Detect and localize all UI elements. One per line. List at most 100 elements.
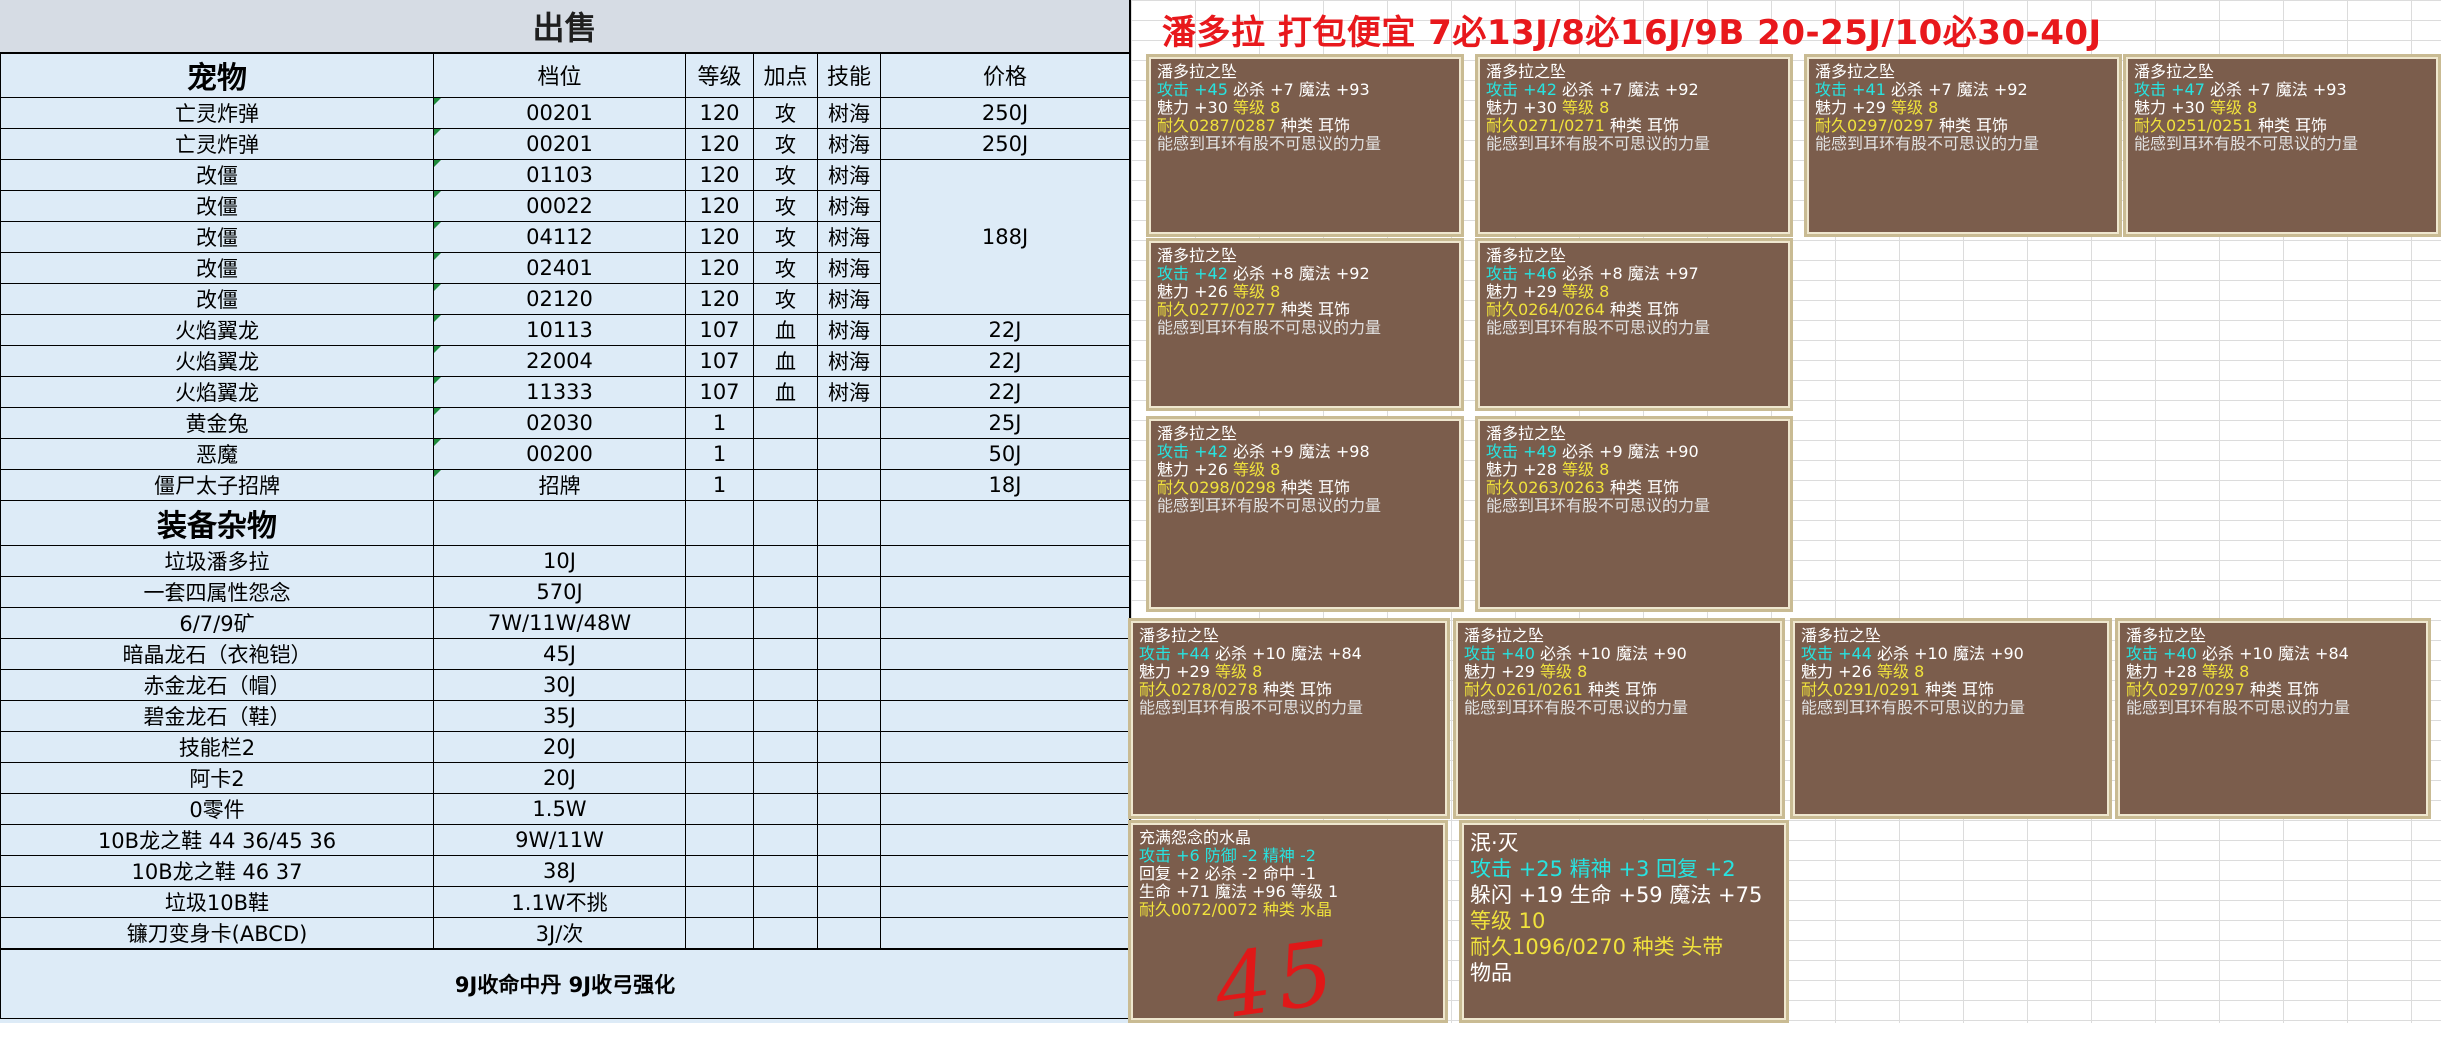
header-price[interactable]: 价格 [880,52,1130,98]
empty-cell[interactable] [880,669,1130,701]
item-price[interactable]: 45J [433,638,686,670]
pet-name[interactable]: 改僵 [0,221,434,253]
pet-name[interactable]: 亡灵炸弹 [0,97,434,129]
empty-cell[interactable] [880,607,1130,639]
item-name[interactable]: 10B龙之鞋 46 37 [0,855,434,887]
pet-skill[interactable]: 树海 [817,345,881,377]
empty-cell[interactable] [753,855,818,887]
item-name[interactable]: 赤金龙石（帽） [0,669,434,701]
pet-points[interactable]: 血 [753,345,818,377]
empty-cell[interactable] [753,576,818,608]
empty-cell[interactable] [753,731,818,763]
pet-name[interactable]: 改僵 [0,252,434,284]
empty-cell[interactable] [753,638,818,670]
pet-slot[interactable]: 22004 [433,345,686,377]
empty-cell[interactable] [817,500,881,546]
pandora-pendant-card[interactable]: 潘多拉之坠 攻击 +40 必杀 +10 魔法 +84 魅力 +28 等级 8 耐久02… [2115,618,2431,819]
pet-level[interactable]: 120 [685,128,754,160]
pet-skill[interactable]: 树海 [817,283,881,315]
empty-cell[interactable] [685,762,754,794]
item-name[interactable]: 技能栏2 [0,731,434,763]
pet-skill[interactable]: 树海 [817,97,881,129]
empty-cell[interactable] [685,917,754,950]
empty-cell[interactable] [817,638,881,670]
empty-cell[interactable] [753,793,818,825]
pet-points[interactable] [753,469,818,501]
pet-price[interactable]: 22J [880,376,1130,408]
empty-cell[interactable] [753,669,818,701]
pet-slot[interactable]: 00022 [433,190,686,222]
pet-price-merged[interactable]: 188J [880,159,1130,315]
pet-name[interactable]: 火焰翼龙 [0,345,434,377]
pet-skill[interactable]: 树海 [817,190,881,222]
pet-slot[interactable]: 10113 [433,314,686,346]
empty-cell[interactable] [817,824,881,856]
pet-name[interactable]: 恶魔 [0,438,434,470]
empty-cell[interactable] [880,824,1130,856]
pet-level[interactable]: 120 [685,159,754,191]
pet-slot[interactable]: 04112 [433,221,686,253]
pet-level[interactable]: 107 [685,345,754,377]
empty-cell[interactable] [685,731,754,763]
item-price[interactable]: 20J [433,731,686,763]
item-name[interactable]: 0零件 [0,793,434,825]
pet-slot[interactable]: 02030 [433,407,686,439]
empty-cell[interactable] [817,917,881,950]
pet-price[interactable]: 250J [880,128,1130,160]
item-price[interactable]: 35J [433,700,686,732]
pet-points[interactable]: 攻 [753,221,818,253]
pet-level[interactable]: 120 [685,190,754,222]
item-name[interactable]: 碧金龙石（鞋） [0,700,434,732]
item-name[interactable]: 垃圾10B鞋 [0,886,434,918]
pandora-pendant-card[interactable]: 潘多拉之坠 攻击 +41 必杀 +7 魔法 +92 魅力 +29 等级 8 耐久029… [1804,54,2122,237]
header-slot[interactable]: 档位 [433,52,686,98]
footer-note[interactable]: 9J收命中丹 9J收弓强化 [0,948,1130,1019]
pet-level[interactable]: 1 [685,438,754,470]
pandora-pendant-card[interactable]: 潘多拉之坠 攻击 +42 必杀 +9 魔法 +98 魅力 +26 等级 8 耐久029… [1146,416,1464,612]
pet-name[interactable]: 火焰翼龙 [0,314,434,346]
pet-price[interactable]: 250J [880,97,1130,129]
pandora-pendant-card[interactable]: 潘多拉之坠 攻击 +44 必杀 +10 魔法 +84 魅力 +29 等级 8 耐久02… [1128,618,1450,819]
pet-points[interactable]: 攻 [753,283,818,315]
empty-cell[interactable] [753,500,818,546]
pet-level[interactable]: 120 [685,283,754,315]
pets-section-title[interactable]: 宠物 [0,52,434,98]
empty-cell[interactable] [880,917,1130,950]
empty-cell[interactable] [880,638,1130,670]
pet-slot[interactable]: 01103 [433,159,686,191]
empty-cell[interactable] [685,607,754,639]
empty-cell[interactable] [753,607,818,639]
empty-cell[interactable] [880,545,1130,577]
pet-skill[interactable]: 树海 [817,128,881,160]
header-points[interactable]: 加点 [753,52,818,98]
item-price[interactable]: 570J [433,576,686,608]
pet-slot[interactable]: 00200 [433,438,686,470]
pet-skill[interactable]: 树海 [817,159,881,191]
item-name[interactable]: 阿卡2 [0,762,434,794]
pet-price[interactable]: 18J [880,469,1130,501]
pet-slot[interactable]: 02120 [433,283,686,315]
empty-cell[interactable] [753,917,818,950]
item-name[interactable]: 6/7/9矿 [0,607,434,639]
pet-name[interactable]: 改僵 [0,283,434,315]
item-price[interactable]: 10J [433,545,686,577]
empty-cell[interactable] [753,545,818,577]
pet-price[interactable]: 22J [880,314,1130,346]
pet-slot[interactable]: 00201 [433,128,686,160]
empty-cell[interactable] [685,638,754,670]
pet-slot[interactable]: 02401 [433,252,686,284]
empty-cell[interactable] [880,731,1130,763]
pet-points[interactable]: 攻 [753,190,818,222]
pet-slot[interactable]: 11333 [433,376,686,408]
empty-cell[interactable] [685,793,754,825]
empty-cell[interactable] [753,824,818,856]
pet-points[interactable]: 攻 [753,97,818,129]
pet-level[interactable]: 120 [685,97,754,129]
empty-cell[interactable] [753,886,818,918]
empty-cell[interactable] [685,500,754,546]
item-price[interactable]: 30J [433,669,686,701]
pet-points[interactable]: 血 [753,314,818,346]
empty-cell[interactable] [685,886,754,918]
pet-points[interactable] [753,438,818,470]
pet-points[interactable]: 血 [753,376,818,408]
